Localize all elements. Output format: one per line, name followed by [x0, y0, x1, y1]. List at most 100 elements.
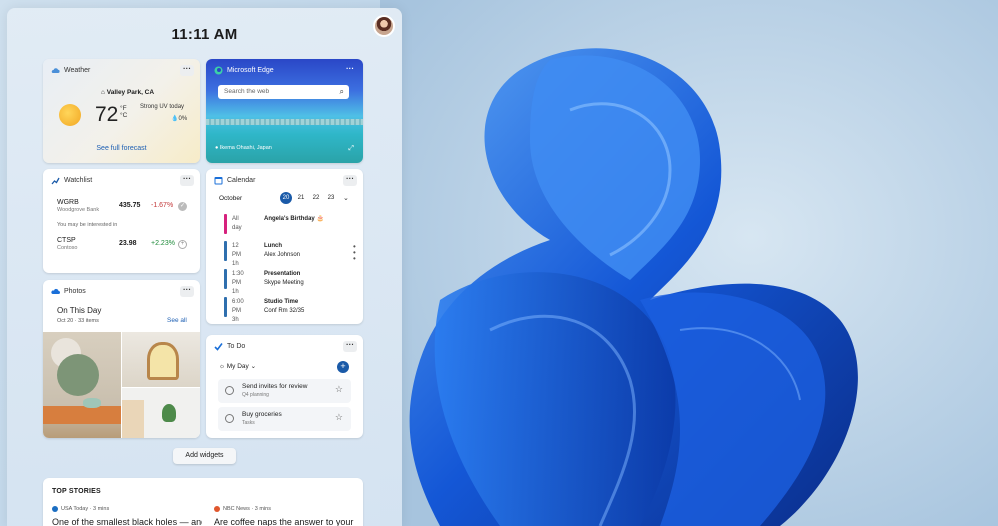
- edge-image-location[interactable]: ● Ikema Ohashi, Japan: [215, 145, 272, 151]
- todo-list-selector[interactable]: ☼ My Day ⌄: [219, 362, 256, 370]
- event-time: 12 PM 1h: [232, 243, 241, 267]
- web-search-input[interactable]: Search the web ⌕: [218, 85, 349, 99]
- calendar-day[interactable]: 23: [325, 192, 337, 204]
- stock-price: 23.98: [119, 240, 137, 247]
- edge-more-button[interactable]: ···: [343, 65, 357, 76]
- bridge-image: [206, 119, 363, 125]
- user-avatar[interactable]: [373, 15, 395, 37]
- task-title: Send invites for review: [242, 383, 308, 390]
- star-icon[interactable]: ☆: [335, 412, 343, 423]
- task-list: Tasks: [242, 420, 255, 426]
- todo-widget[interactable]: To Do ··· ☼ My Day ⌄ + Send invites for …: [206, 335, 363, 438]
- weather-uv: Strong UV today: [140, 104, 185, 110]
- todo-task[interactable]: Buy groceries Tasks ☆: [218, 407, 351, 431]
- event-time: 6:00 PM 3h: [232, 299, 244, 323]
- stock-row[interactable]: CTSP Contoso: [57, 237, 78, 251]
- stock-price: 435.75: [119, 202, 141, 209]
- desktop-wallpaper: [380, 0, 998, 526]
- calendar-header: Calendar: [214, 176, 255, 185]
- add-stock-icon[interactable]: +: [178, 240, 187, 249]
- task-checkbox[interactable]: [225, 386, 234, 395]
- calendar-widget[interactable]: Calendar ··· October 20 21 22 23 ⌄ All d…: [206, 169, 363, 324]
- edge-header: Microsoft Edge: [214, 66, 274, 75]
- cloud-icon: [51, 66, 60, 75]
- weather-rain: 💧0%: [171, 116, 188, 122]
- star-icon[interactable]: ☆: [335, 384, 343, 395]
- calendar-month: October: [219, 195, 243, 202]
- edge-widget[interactable]: Microsoft Edge ··· Search the web ⌕ ● Ik…: [206, 59, 363, 163]
- story-source: USA Today · 3 mins: [52, 506, 109, 512]
- weather-header: Weather: [51, 66, 90, 75]
- sun-icon: [59, 104, 81, 126]
- story-headline[interactable]: Are coffee naps the answer to your: [214, 517, 363, 526]
- stock-row[interactable]: WGRB Woodgrove Bank: [57, 199, 99, 213]
- scroll-dots-icon[interactable]: • • •: [353, 243, 356, 263]
- clock: 11:11 AM: [171, 26, 238, 43]
- stock-name: Woodgrove Bank: [57, 207, 100, 213]
- story-source: NBC News · 3 mins: [214, 506, 271, 512]
- stock-change: +2.23%: [151, 240, 175, 247]
- weather-more-button[interactable]: ···: [180, 65, 194, 76]
- search-icon[interactable]: ⌕: [340, 87, 344, 97]
- edge-title: Microsoft Edge: [227, 67, 274, 74]
- task-checkbox[interactable]: [225, 414, 234, 423]
- photos-title: Photos: [64, 288, 86, 295]
- nbc-news-logo-icon: [214, 506, 220, 512]
- add-widgets-button[interactable]: Add widgets: [173, 448, 236, 464]
- top-stories-widget[interactable]: TOP STORIES USA Today · 3 mins One of th…: [43, 478, 363, 526]
- chevron-down-icon: ⌄: [248, 363, 257, 370]
- todo-header: To Do: [214, 342, 245, 351]
- onedrive-cloud-icon: [51, 287, 60, 296]
- calendar-day[interactable]: 21: [295, 192, 307, 204]
- watchlist-header: Watchlist: [51, 176, 92, 185]
- todo-title: To Do: [227, 343, 246, 350]
- event-time: All day: [232, 216, 242, 231]
- photo-thumbnail[interactable]: [43, 332, 121, 438]
- stock-symbol: CTSP: [57, 237, 76, 244]
- stock-name: Contoso: [57, 245, 78, 251]
- event-time: 1:30 PM 1h: [232, 271, 244, 295]
- weather-location: ⌂ Valley Park, CA: [101, 89, 155, 96]
- photo-thumbnail[interactable]: [122, 332, 200, 387]
- temperature-unit-toggle[interactable]: °F °C: [120, 105, 127, 119]
- calendar-more-button[interactable]: ···: [343, 175, 357, 186]
- photos-heading: On This Day: [57, 306, 102, 315]
- event-color-bar: [224, 297, 227, 317]
- photo-thumbnail[interactable]: [122, 388, 200, 438]
- todo-task[interactable]: Send invites for review Q4 planning ☆: [218, 379, 351, 403]
- event-name: Studio Time Conf Rm 32/35: [264, 299, 305, 314]
- chevron-down-icon[interactable]: ⌄: [343, 194, 349, 202]
- photos-subheading: Oct 20 · 33 items: [57, 318, 99, 324]
- sun-outline-icon: ☼: [219, 363, 227, 370]
- photos-see-all-link[interactable]: See all: [167, 317, 187, 324]
- usa-today-logo-icon: [52, 506, 58, 512]
- event-name: Lunch Alex Johnson: [264, 243, 301, 258]
- photos-widget[interactable]: Photos ··· On This Day Oct 20 · 33 items…: [43, 280, 200, 438]
- stock-change: -1.67%: [151, 202, 174, 209]
- suggestion-note: You may be interested in: [57, 222, 118, 228]
- photos-more-button[interactable]: ···: [180, 286, 194, 297]
- event-name: Angela's Birthday 🎂: [264, 216, 324, 222]
- stock-symbol: WGRB: [57, 199, 79, 206]
- calendar-day[interactable]: 22: [310, 192, 322, 204]
- top-stories-title: TOP STORIES: [52, 488, 101, 495]
- stock-added-icon[interactable]: ✓: [178, 202, 187, 211]
- weather-title: Weather: [64, 67, 91, 74]
- add-task-button[interactable]: +: [337, 361, 349, 373]
- story-headline[interactable]: One of the smallest black holes — and: [52, 517, 202, 526]
- edge-icon: [214, 66, 223, 75]
- watchlist-more-button[interactable]: ···: [180, 175, 194, 186]
- todo-check-icon: [214, 342, 223, 351]
- weather-widget[interactable]: Weather ··· ⌂ Valley Park, CA 72 °F °C St…: [43, 59, 200, 163]
- calendar-title: Calendar: [227, 177, 256, 184]
- expand-icon[interactable]: ⤢: [348, 145, 354, 153]
- calendar-day[interactable]: 20: [280, 192, 292, 204]
- todo-more-button[interactable]: ···: [343, 341, 357, 352]
- watchlist-title: Watchlist: [64, 177, 93, 184]
- event-color-bar: [224, 214, 227, 234]
- weather-temperature: 72: [95, 103, 119, 126]
- calendar-icon: [214, 176, 223, 185]
- event-color-bar: [224, 269, 227, 289]
- full-forecast-link[interactable]: See full forecast: [43, 145, 200, 152]
- watchlist-widget[interactable]: Watchlist ··· WGRB Woodgrove Bank 435.75…: [43, 169, 200, 273]
